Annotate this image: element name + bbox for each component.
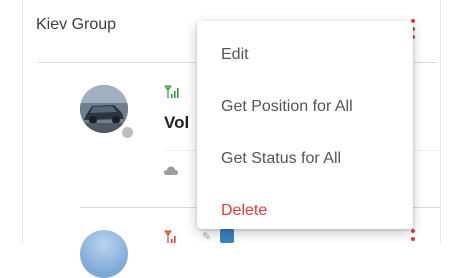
status-dot [120,125,135,140]
context-menu: Edit Get Position for All Get Status for… [197,21,413,229]
signal-icon [164,230,176,243]
car-photo-icon [80,85,128,133]
menu-item-edit[interactable]: Edit [197,29,413,81]
panel-border-right [440,0,441,243]
panel-border-left [22,0,23,243]
vehicle-name: Vol [164,113,190,132]
cloud-icon [164,166,178,175]
menu-item-get-position-for-all[interactable]: Get Position for All [197,81,413,133]
menu-item-delete[interactable]: Delete [197,185,413,237]
vehicle-avatar [80,230,128,278]
group-title: Kiev Group [36,16,117,33]
vehicle-avatar [80,85,128,133]
group-panel: Kiev Group Vol ✎ Edit Get Position for A… [0,0,465,278]
menu-item-get-status-for-all[interactable]: Get Status for All [197,133,413,185]
signal-icon [164,85,179,98]
